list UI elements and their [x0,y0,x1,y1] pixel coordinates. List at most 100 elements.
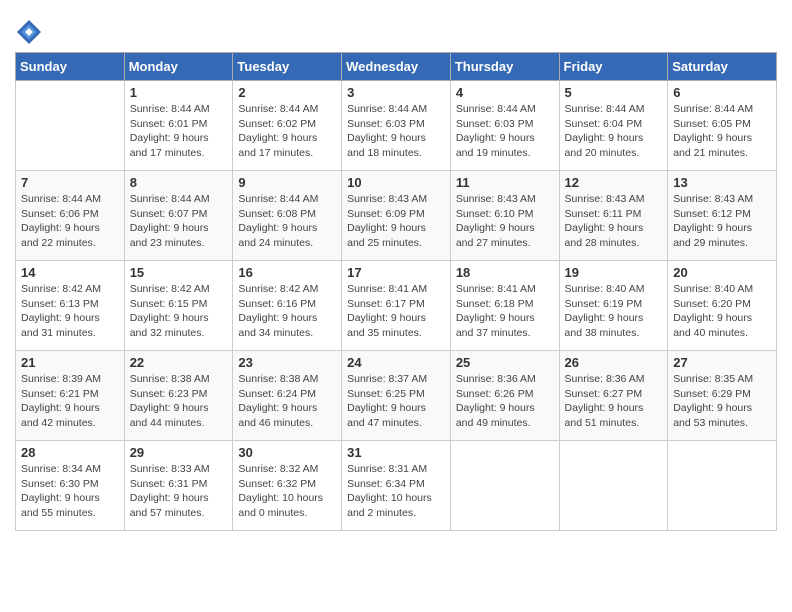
day-info: Sunrise: 8:37 AM Sunset: 6:25 PM Dayligh… [347,372,445,431]
day-info: Sunrise: 8:33 AM Sunset: 6:31 PM Dayligh… [130,462,228,521]
header-cell-monday: Monday [124,53,233,81]
day-number: 2 [238,85,336,100]
header-cell-tuesday: Tuesday [233,53,342,81]
day-cell: 15 Sunrise: 8:42 AM Sunset: 6:15 PM Dayli… [124,261,233,351]
day-cell: 30 Sunrise: 8:32 AM Sunset: 6:32 PM Dayli… [233,441,342,531]
day-info: Sunrise: 8:35 AM Sunset: 6:29 PM Dayligh… [673,372,771,431]
header-cell-friday: Friday [559,53,668,81]
day-number: 18 [456,265,554,280]
day-info: Sunrise: 8:32 AM Sunset: 6:32 PM Dayligh… [238,462,336,521]
day-cell: 8 Sunrise: 8:44 AM Sunset: 6:07 PM Daylig… [124,171,233,261]
day-cell: 19 Sunrise: 8:40 AM Sunset: 6:19 PM Dayli… [559,261,668,351]
day-info: Sunrise: 8:44 AM Sunset: 6:06 PM Dayligh… [21,192,119,251]
day-info: Sunrise: 8:44 AM Sunset: 6:03 PM Dayligh… [456,102,554,161]
day-info: Sunrise: 8:39 AM Sunset: 6:21 PM Dayligh… [21,372,119,431]
day-info: Sunrise: 8:43 AM Sunset: 6:10 PM Dayligh… [456,192,554,251]
day-info: Sunrise: 8:44 AM Sunset: 6:08 PM Dayligh… [238,192,336,251]
day-number: 17 [347,265,445,280]
day-number: 30 [238,445,336,460]
day-cell: 18Sunrise: 8:41 AM Sunset: 6:18 PM Dayli… [450,261,559,351]
day-number: 13 [673,175,771,190]
day-cell: 14Sunrise: 8:42 AM Sunset: 6:13 PM Dayli… [16,261,125,351]
day-info: Sunrise: 8:44 AM Sunset: 6:07 PM Dayligh… [130,192,228,251]
day-cell: 2 Sunrise: 8:44 AM Sunset: 6:02 PM Daylig… [233,81,342,171]
day-number: 6 [673,85,771,100]
day-cell [668,441,777,531]
day-info: Sunrise: 8:44 AM Sunset: 6:02 PM Dayligh… [238,102,336,161]
day-number: 16 [238,265,336,280]
day-cell: 6 Sunrise: 8:44 AM Sunset: 6:05 PM Daylig… [668,81,777,171]
day-cell: 23 Sunrise: 8:38 AM Sunset: 6:24 PM Dayli… [233,351,342,441]
day-number: 28 [21,445,119,460]
header-cell-wednesday: Wednesday [342,53,451,81]
day-cell: 9 Sunrise: 8:44 AM Sunset: 6:08 PM Daylig… [233,171,342,261]
day-number: 20 [673,265,771,280]
day-info: Sunrise: 8:42 AM Sunset: 6:16 PM Dayligh… [238,282,336,341]
week-row-5: 28 Sunrise: 8:34 AM Sunset: 6:30 PM Dayli… [16,441,777,531]
day-info: Sunrise: 8:36 AM Sunset: 6:26 PM Dayligh… [456,372,554,431]
day-cell: 20Sunrise: 8:40 AM Sunset: 6:20 PM Dayli… [668,261,777,351]
day-info: Sunrise: 8:41 AM Sunset: 6:17 PM Dayligh… [347,282,445,341]
day-number: 7 [21,175,119,190]
day-info: Sunrise: 8:34 AM Sunset: 6:30 PM Dayligh… [21,462,119,521]
day-number: 1 [130,85,228,100]
day-number: 11 [456,175,554,190]
day-number: 22 [130,355,228,370]
day-cell [559,441,668,531]
day-number: 14 [21,265,119,280]
day-number: 15 [130,265,228,280]
day-info: Sunrise: 8:38 AM Sunset: 6:23 PM Dayligh… [130,372,228,431]
day-info: Sunrise: 8:43 AM Sunset: 6:09 PM Dayligh… [347,192,445,251]
day-cell: 5Sunrise: 8:44 AM Sunset: 6:04 PM Daylig… [559,81,668,171]
day-cell: 25 Sunrise: 8:36 AM Sunset: 6:26 PM Dayli… [450,351,559,441]
header-cell-thursday: Thursday [450,53,559,81]
day-cell: 24 Sunrise: 8:37 AM Sunset: 6:25 PM Dayli… [342,351,451,441]
day-number: 10 [347,175,445,190]
day-number: 19 [565,265,663,280]
day-number: 26 [565,355,663,370]
day-cell: 29 Sunrise: 8:33 AM Sunset: 6:31 PM Dayli… [124,441,233,531]
day-cell: 28 Sunrise: 8:34 AM Sunset: 6:30 PM Dayli… [16,441,125,531]
day-info: Sunrise: 8:40 AM Sunset: 6:19 PM Dayligh… [565,282,663,341]
day-cell: 11 Sunrise: 8:43 AM Sunset: 6:10 PM Dayli… [450,171,559,261]
day-cell: 3Sunrise: 8:44 AM Sunset: 6:03 PM Daylig… [342,81,451,171]
week-row-1: 1Sunrise: 8:44 AM Sunset: 6:01 PM Daylig… [16,81,777,171]
day-info: Sunrise: 8:31 AM Sunset: 6:34 PM Dayligh… [347,462,445,521]
day-cell: 7 Sunrise: 8:44 AM Sunset: 6:06 PM Daylig… [16,171,125,261]
day-info: Sunrise: 8:42 AM Sunset: 6:15 PM Dayligh… [130,282,228,341]
day-cell: 1Sunrise: 8:44 AM Sunset: 6:01 PM Daylig… [124,81,233,171]
day-number: 31 [347,445,445,460]
day-cell: 22 Sunrise: 8:38 AM Sunset: 6:23 PM Dayli… [124,351,233,441]
logo [15,18,47,46]
day-cell: 10 Sunrise: 8:43 AM Sunset: 6:09 PM Dayli… [342,171,451,261]
day-cell: 21 Sunrise: 8:39 AM Sunset: 6:21 PM Dayli… [16,351,125,441]
day-cell: 13 Sunrise: 8:43 AM Sunset: 6:12 PM Dayli… [668,171,777,261]
day-number: 23 [238,355,336,370]
day-number: 4 [456,85,554,100]
header-cell-sunday: Sunday [16,53,125,81]
day-info: Sunrise: 8:43 AM Sunset: 6:12 PM Dayligh… [673,192,771,251]
day-number: 5 [565,85,663,100]
day-cell: 12 Sunrise: 8:43 AM Sunset: 6:11 PM Dayli… [559,171,668,261]
day-info: Sunrise: 8:44 AM Sunset: 6:05 PM Dayligh… [673,102,771,161]
day-cell: 17 Sunrise: 8:41 AM Sunset: 6:17 PM Dayli… [342,261,451,351]
week-row-2: 7 Sunrise: 8:44 AM Sunset: 6:06 PM Daylig… [16,171,777,261]
day-number: 21 [21,355,119,370]
day-cell: 27 Sunrise: 8:35 AM Sunset: 6:29 PM Dayli… [668,351,777,441]
day-number: 12 [565,175,663,190]
day-cell: 16 Sunrise: 8:42 AM Sunset: 6:16 PM Dayli… [233,261,342,351]
day-cell [450,441,559,531]
day-cell [16,81,125,171]
day-info: Sunrise: 8:38 AM Sunset: 6:24 PM Dayligh… [238,372,336,431]
day-info: Sunrise: 8:43 AM Sunset: 6:11 PM Dayligh… [565,192,663,251]
day-number: 8 [130,175,228,190]
day-number: 27 [673,355,771,370]
day-number: 24 [347,355,445,370]
day-number: 29 [130,445,228,460]
day-info: Sunrise: 8:36 AM Sunset: 6:27 PM Dayligh… [565,372,663,431]
week-row-3: 14Sunrise: 8:42 AM Sunset: 6:13 PM Dayli… [16,261,777,351]
day-number: 9 [238,175,336,190]
day-cell: 31 Sunrise: 8:31 AM Sunset: 6:34 PM Dayli… [342,441,451,531]
day-cell: 26 Sunrise: 8:36 AM Sunset: 6:27 PM Dayli… [559,351,668,441]
day-number: 25 [456,355,554,370]
